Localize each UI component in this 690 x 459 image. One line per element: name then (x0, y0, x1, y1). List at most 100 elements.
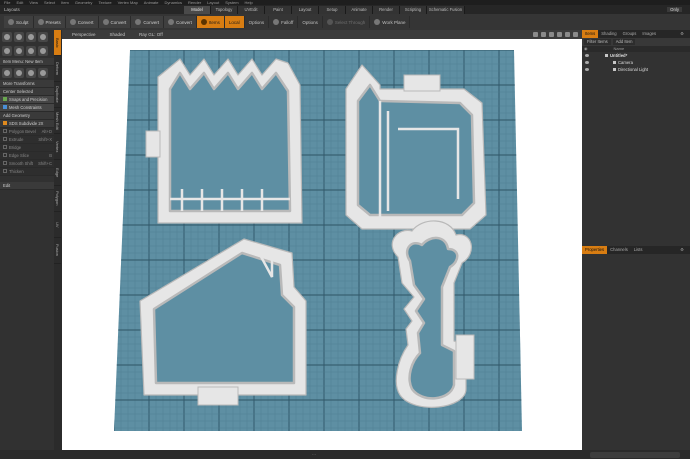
convert-button-1[interactable]: Convert (65, 16, 99, 28)
thicken-button[interactable]: Thicken (0, 168, 54, 176)
tab-setup[interactable]: Setup (319, 5, 346, 14)
gear-icon[interactable]: ⚙ (677, 246, 687, 254)
layout-tab-row: Layouts Model Topology UVEdit Paint Layo… (0, 5, 690, 14)
mesh-constraints-toggle[interactable]: Mesh Constraints (0, 104, 54, 112)
convert-button-2[interactable]: Convert (98, 16, 132, 28)
vtab-basic[interactable]: Basic (54, 30, 61, 56)
scene-canvas (114, 50, 522, 431)
tab-render[interactable]: Render (373, 5, 400, 14)
shading-dropdown[interactable]: Shaded (110, 32, 126, 37)
tool-icon-row-1 (0, 30, 54, 44)
tab-uvedit[interactable]: UVEdit (238, 5, 265, 14)
tab-scripting[interactable]: Scripting (400, 5, 427, 14)
tab-images[interactable]: Images (639, 30, 659, 38)
presets-button[interactable]: Presets (33, 16, 66, 28)
tab-channels[interactable]: Channels (607, 246, 631, 254)
bridge-button[interactable]: Bridge (0, 144, 54, 152)
tab-layout[interactable]: Layout (292, 5, 319, 14)
sculpt-button[interactable]: Sculpt (4, 16, 34, 28)
tab-paint[interactable]: Paint (265, 5, 292, 14)
vertical-tool-tabs: Basic Deform Duplicate Mesh Edit Vertex … (54, 30, 62, 459)
move-icon[interactable] (2, 68, 12, 78)
torus-icon[interactable] (2, 46, 12, 56)
tab-animate[interactable]: Animate (346, 5, 373, 14)
sds-subdivide-button[interactable]: SDS Subdivide 2X (0, 120, 54, 128)
view-type-dropdown[interactable]: Perspective (72, 32, 96, 37)
tree-item-camera[interactable]: Camera (582, 59, 690, 66)
cylinder-icon[interactable] (26, 32, 36, 42)
gear-icon[interactable]: ⚙ (677, 30, 687, 38)
3d-viewport[interactable] (62, 39, 582, 450)
tree-item-light[interactable]: Directional Light (582, 66, 690, 73)
local-button[interactable]: Local (224, 16, 245, 28)
pan-icon[interactable] (541, 32, 546, 37)
sphere-icon[interactable] (2, 32, 12, 42)
transform-icon[interactable] (38, 68, 48, 78)
tab-schematic-fusion[interactable]: Schematic Fusion (427, 5, 465, 14)
text-icon[interactable] (26, 46, 36, 56)
add-geometry-header[interactable]: Add Geometry (0, 112, 54, 120)
command-history-icon[interactable]: ⋯ (312, 452, 316, 457)
cutter-envelope[interactable] (345, 64, 487, 230)
capsule-icon[interactable] (38, 46, 48, 56)
tree-item-scene[interactable]: Untitled* (582, 52, 690, 59)
tab-shading[interactable]: Shading (598, 30, 619, 38)
tab-groups[interactable]: Groups (620, 30, 640, 38)
falloff-button[interactable]: Falloff (269, 16, 299, 28)
viewport-options-icon[interactable] (573, 32, 578, 37)
add-item-button[interactable]: Add Item (612, 39, 636, 45)
layouts-label[interactable]: Layouts (0, 7, 26, 12)
snaps-label: Snaps and Precision (9, 97, 48, 102)
fit-view-icon[interactable] (533, 32, 538, 37)
items-mode-button[interactable]: Items (196, 16, 225, 28)
eye-icon[interactable] (585, 54, 589, 57)
snaps-toggle[interactable]: Snaps and Precision (0, 96, 54, 104)
edge-slice-icon (3, 153, 7, 157)
edit-dropdown[interactable]: Edit (0, 182, 54, 190)
tab-topology[interactable]: Topology (211, 5, 238, 14)
edge-slice-button[interactable]: Edge Slice B (0, 152, 54, 160)
zoom-icon[interactable] (557, 32, 562, 37)
more-transforms-dropdown[interactable]: More Transforms (0, 80, 54, 88)
cutter-rectangle-zigzag[interactable] (145, 58, 303, 224)
vtab-fusion[interactable]: Fusion (54, 238, 61, 264)
convert-button-3[interactable]: Convert (131, 16, 165, 28)
vtab-duplicate[interactable]: Duplicate (54, 82, 61, 108)
rotate-icon[interactable] (14, 68, 24, 78)
tab-properties[interactable]: Properties (582, 246, 608, 254)
edge-slice-label: Edge Slice (9, 153, 30, 158)
polygon-bevel-button[interactable]: Polygon Bevel Alt+D (0, 128, 54, 136)
vtab-vertex[interactable]: Vertex (54, 134, 61, 160)
maximize-icon[interactable] (565, 32, 570, 37)
tab-model[interactable]: Model (184, 5, 211, 14)
eye-icon[interactable] (585, 68, 589, 71)
options-button-1[interactable]: Options (245, 16, 270, 28)
vtab-polygon[interactable]: Polygon (54, 186, 61, 212)
tab-lists[interactable]: Lists (631, 246, 646, 254)
options-button-2[interactable]: Options (298, 16, 323, 28)
vtab-deform[interactable]: Deform (54, 56, 61, 82)
only-toggle[interactable]: Only (667, 7, 682, 12)
filter-items-dropdown[interactable]: Filter Items (584, 39, 611, 45)
extrude-button[interactable]: Extrude Shift+X (0, 136, 54, 144)
center-selected-dropdown[interactable]: Center Selected (0, 88, 54, 96)
rotate-view-icon[interactable] (549, 32, 554, 37)
ray-gl-toggle[interactable]: Ray GL: Off (139, 32, 163, 37)
convert-button-4[interactable]: Convert (164, 16, 197, 28)
sculpt-label: Sculpt (16, 19, 29, 25)
vtab-edge[interactable]: Edge (54, 160, 61, 186)
tab-items[interactable]: Items (582, 30, 599, 38)
scale-icon[interactable] (26, 68, 36, 78)
vtab-mesh-edit[interactable]: Mesh Edit (54, 108, 61, 134)
pen-icon[interactable] (14, 46, 24, 56)
item-menu-dropdown[interactable]: Item Menu: New Item (0, 58, 54, 66)
smooth-shift-button[interactable]: Smooth Shift Shift+C (0, 160, 54, 168)
eye-icon[interactable] (585, 61, 589, 64)
select-through-button[interactable]: Select Through (323, 16, 371, 28)
work-plane-button[interactable]: Work Plane (370, 16, 411, 28)
command-input[interactable] (590, 451, 680, 458)
polygon-bevel-label: Polygon Bevel (9, 129, 36, 134)
vtab-uv[interactable]: UV (54, 212, 61, 238)
cone-icon[interactable] (38, 32, 48, 42)
cube-icon[interactable] (14, 32, 24, 42)
